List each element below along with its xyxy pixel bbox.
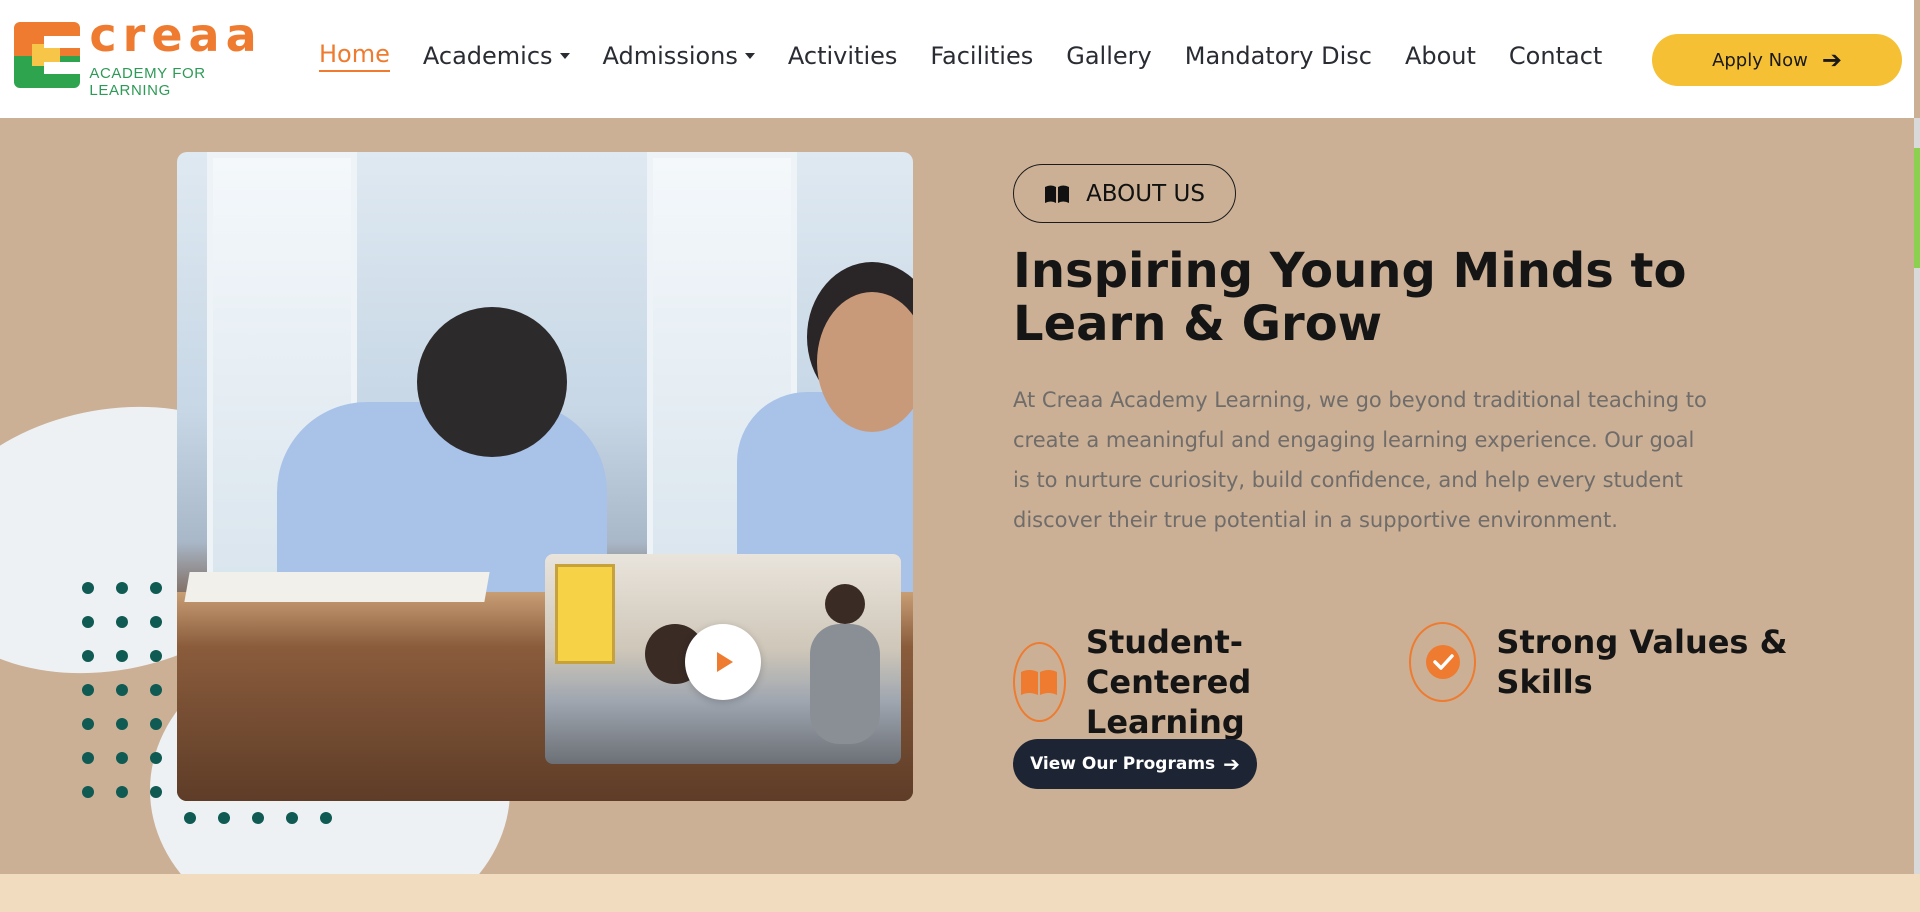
nav-item-label: Academics <box>422 42 553 70</box>
about-us-label: ABOUT US <box>1086 180 1205 207</box>
feature-strong-values: Strong Values & Skills <box>1409 622 1829 702</box>
decorative-dot <box>320 812 332 824</box>
decorative-dot <box>116 616 128 628</box>
logo-mark <box>14 22 80 88</box>
decorative-dot <box>82 684 94 696</box>
nav-item-label: Contact <box>1508 42 1603 70</box>
nav-item-admissions[interactable]: Admissions <box>603 42 755 70</box>
nav-item-home[interactable]: Home <box>319 40 390 72</box>
nav-item-about[interactable]: About <box>1405 42 1476 70</box>
next-section-band <box>0 874 1920 912</box>
open-book-icon <box>1013 642 1066 722</box>
arrow-right-icon: ➔ <box>1821 46 1842 74</box>
about-us-badge: ABOUT US <box>1013 164 1236 223</box>
check-circle-icon <box>1409 622 1477 702</box>
decorative-dot <box>82 752 94 764</box>
decorative-dot <box>252 812 264 824</box>
decorative-dot <box>286 812 298 824</box>
apply-now-button[interactable]: Apply Now ➔ <box>1652 34 1902 86</box>
brand-name: creaa <box>89 8 263 62</box>
view-programs-label: View Our Programs <box>1030 754 1216 774</box>
decorative-dot <box>150 752 162 764</box>
scrollbar[interactable] <box>1914 118 1920 912</box>
feature-label: Student-Centered Learning <box>1085 623 1252 741</box>
nav-item-label: Mandatory Disc <box>1184 42 1372 70</box>
arrow-right-icon: ➔ <box>1223 752 1240 776</box>
decorative-dot <box>150 650 162 662</box>
nav-item-label: Home <box>319 40 390 68</box>
nav-item-activities[interactable]: Activities <box>788 42 898 70</box>
open-book-icon <box>1044 184 1070 204</box>
decorative-dot <box>184 812 196 824</box>
nav-item-academics[interactable]: Academics <box>423 42 570 70</box>
about-description: At Creaa Academy Learning, we go beyond … <box>1013 388 1707 532</box>
nav-item-gallery[interactable]: Gallery <box>1066 42 1151 70</box>
decorative-dot <box>116 650 128 662</box>
nav-item-facilities[interactable]: Facilities <box>930 42 1033 70</box>
decorative-dot <box>116 684 128 696</box>
view-programs-button[interactable]: View Our Programs ➔ <box>1013 739 1257 789</box>
decorative-dot <box>150 718 162 730</box>
chevron-down-icon <box>559 53 570 59</box>
brand-tagline: ACADEMY FOR LEARNING <box>89 65 206 99</box>
decorative-dot <box>150 616 162 628</box>
nav-item-label: Facilities <box>930 42 1034 70</box>
scrollbar-thumb[interactable] <box>1914 148 1920 268</box>
decorative-dot <box>82 616 94 628</box>
feature-label: Strong Values & Skills <box>1496 623 1788 701</box>
nav-item-label: Activities <box>787 42 898 70</box>
decorative-dot <box>150 786 162 798</box>
feature-student-centered: Student-Centered Learning <box>1013 622 1403 742</box>
site-header: creaa ACADEMY FOR LEARNING Home Academics… <box>0 0 1914 118</box>
nav-item-mandatory-disc[interactable]: Mandatory Disc <box>1185 42 1372 70</box>
decorative-dot <box>150 582 162 594</box>
nav-item-label: Gallery <box>1066 42 1152 70</box>
decorative-dot <box>82 582 94 594</box>
decorative-dot <box>82 718 94 730</box>
page-title: Inspiring Young Minds to Learn & Grow <box>1013 243 1687 352</box>
video-thumbnail[interactable] <box>545 554 901 764</box>
decorative-dot <box>116 752 128 764</box>
decorative-dot <box>116 786 128 798</box>
brand-logo[interactable]: creaa ACADEMY FOR LEARNING <box>14 11 284 99</box>
decorative-dot <box>150 684 162 696</box>
nav-item-label: Admissions <box>602 42 738 70</box>
play-icon[interactable] <box>685 624 761 700</box>
chevron-down-icon <box>744 53 755 59</box>
apply-now-label: Apply Now <box>1712 49 1808 71</box>
decorative-dot <box>82 650 94 662</box>
main-nav: Home Academics Admissions Activities Facilit… <box>319 40 1635 72</box>
nav-item-label: About <box>1404 42 1476 70</box>
decorative-dot <box>82 786 94 798</box>
nav-item-contact[interactable]: Contact <box>1509 42 1602 70</box>
decorative-dot <box>116 582 128 594</box>
decorative-dot <box>116 718 128 730</box>
decorative-dot <box>218 812 230 824</box>
